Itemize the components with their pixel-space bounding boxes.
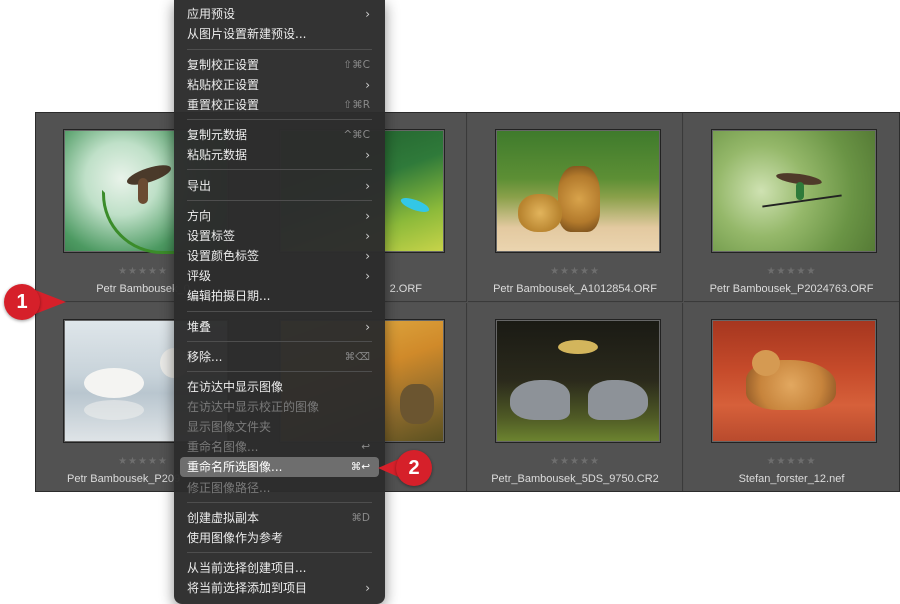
menu-item-copy-metadata[interactable]: 复制元数据 ^⌘C: [180, 125, 379, 145]
chevron-right-icon: ›: [365, 179, 370, 193]
menu-separator: [187, 119, 372, 120]
rating-stars[interactable]: ★★★★★: [468, 456, 682, 467]
menu-item-label: 设置颜色标签: [187, 249, 260, 263]
menu-item-label: 使用图像作为参考: [187, 531, 284, 545]
rating-stars[interactable]: ★★★★★: [684, 456, 899, 467]
thumbnail-image-leopard[interactable]: [711, 319, 877, 443]
thumbnail-image-crowned-cranes[interactable]: [495, 319, 661, 443]
menu-separator: [187, 371, 372, 372]
menu-item-set-color-label[interactable]: 设置颜色标签 ›: [180, 246, 379, 266]
chevron-right-icon: ›: [365, 320, 370, 334]
menu-item-edit-capture-date[interactable]: 编辑拍摄日期...: [180, 286, 379, 306]
filename-label: Petr Bambousek_A1012854.ORF: [493, 283, 657, 295]
menu-item-fix-image-path: 修正图像路径...: [180, 478, 379, 498]
menu-item-use-as-reference[interactable]: 使用图像作为参考: [180, 528, 379, 548]
menu-item-paste-metadata[interactable]: 粘贴元数据 ›: [180, 145, 379, 165]
shortcut-label: ^⌘C: [343, 129, 370, 141]
menu-item-label: 重置校正设置: [187, 98, 260, 112]
shortcut-label: ⌘⌫: [344, 351, 370, 363]
chevron-right-icon: ›: [365, 209, 370, 223]
menu-item-label: 显示图像文件夹: [187, 420, 272, 434]
menu-item-remove[interactable]: 移除... ⌘⌫: [180, 347, 379, 367]
menu-item-label: 评级: [187, 269, 212, 283]
thumbnail-cell[interactable]: ★★★★★ Petr_Bambousek_5DS_9750.CR2: [468, 303, 683, 491]
thumbnail-image-jaguars[interactable]: [495, 129, 661, 253]
thumbnail-cell[interactable]: ★★★★★ Petr Bambousek_A1012854.ORF: [468, 113, 683, 302]
menu-item-copy-adjustments[interactable]: 复制校正设置 ⇧⌘C: [180, 55, 379, 75]
menu-item-label: 移除...: [187, 350, 223, 364]
menu-item-orientation[interactable]: 方向 ›: [180, 206, 379, 226]
menu-item-label: 重命名图像...: [187, 440, 259, 454]
rating-stars[interactable]: ★★★★★: [684, 266, 899, 277]
menu-separator: [187, 502, 372, 503]
chevron-right-icon: ›: [365, 249, 370, 263]
menu-item-set-label[interactable]: 设置标签 ›: [180, 226, 379, 246]
filename-label: Petr_Bambousek_5DS_9750.CR2: [491, 473, 659, 485]
menu-item-label: 从图片设置新建预设...: [187, 27, 307, 41]
menu-item-show-in-finder[interactable]: 在访达中显示图像: [180, 377, 379, 397]
menu-item-label: 设置标签: [187, 229, 236, 243]
menu-item-label: 在访达中显示图像: [187, 380, 284, 394]
chevron-right-icon: ›: [365, 581, 370, 595]
menu-item-label: 将当前选择添加到项目: [187, 581, 308, 595]
callout-badge-1: 1: [4, 284, 40, 320]
shortcut-label: ⌘D: [351, 512, 370, 524]
menu-item-label: 创建虚拟副本: [187, 511, 260, 525]
menu-item-rename-selected-images[interactable]: 重命名所选图像... ⌘↩: [180, 457, 379, 477]
shortcut-label: ⇧⌘R: [343, 99, 370, 111]
thumbnail-image-hummingbird-tail[interactable]: [711, 129, 877, 253]
chevron-right-icon: ›: [365, 78, 370, 92]
menu-item-add-selection-to-project[interactable]: 将当前选择添加到项目 ›: [180, 578, 379, 598]
menu-item-show-image-folder: 显示图像文件夹: [180, 417, 379, 437]
menu-separator: [187, 552, 372, 553]
menu-item-reset-adjustments[interactable]: 重置校正设置 ⇧⌘R: [180, 95, 379, 115]
shortcut-label: ⌘↩: [350, 461, 370, 473]
menu-item-create-virtual-copy[interactable]: 创建虚拟副本 ⌘D: [180, 508, 379, 528]
menu-item-create-project-from-selection[interactable]: 从当前选择创建项目...: [180, 558, 379, 578]
menu-item-rating[interactable]: 评级 ›: [180, 266, 379, 286]
thumbnail-cell[interactable]: ★★★★★ Petr Bambousek_P2024763.ORF: [684, 113, 899, 302]
shortcut-label: ⇧⌘C: [343, 59, 370, 71]
menu-item-apply-preset[interactable]: 应用预设 ›: [180, 4, 379, 24]
menu-item-export[interactable]: 导出 ›: [180, 176, 379, 196]
menu-item-label: 方向: [187, 209, 212, 223]
menu-item-label: 修正图像路径...: [187, 481, 271, 495]
menu-item-label: 导出: [187, 179, 212, 193]
menu-item-stack[interactable]: 堆叠 ›: [180, 317, 379, 337]
chevron-right-icon: ›: [365, 229, 370, 243]
callout-badge-2: 2: [396, 450, 432, 486]
thumbnail-grid: ★★★★★ Petr Bambousek_0 2.ORF ★★★★★ Petr …: [35, 112, 900, 492]
chevron-right-icon: ›: [365, 269, 370, 283]
menu-separator: [187, 169, 372, 170]
menu-item-label: 从当前选择创建项目...: [187, 561, 307, 575]
menu-item-label: 粘贴校正设置: [187, 78, 260, 92]
context-menu: 应用预设 › 从图片设置新建预设... 复制校正设置 ⇧⌘C 粘贴校正设置 › 重置校…: [174, 0, 385, 604]
menu-item-label: 堆叠: [187, 320, 212, 334]
thumbnail-cell[interactable]: ★★★★★ Stefan_forster_12.nef: [684, 303, 899, 491]
chevron-right-icon: ›: [365, 7, 370, 21]
menu-item-label: 粘贴元数据: [187, 148, 248, 162]
menu-item-label: 重命名所选图像...: [187, 460, 283, 474]
menu-separator: [187, 341, 372, 342]
menu-item-label: 编辑拍摄日期...: [187, 289, 271, 303]
menu-item-rename-image: 重命名图像... ↩: [180, 437, 379, 457]
filename-label: Stefan_forster_12.nef: [738, 473, 845, 485]
menu-separator: [187, 200, 372, 201]
menu-item-new-preset-from-image[interactable]: 从图片设置新建预设...: [180, 24, 379, 44]
rating-stars[interactable]: ★★★★★: [468, 266, 682, 277]
menu-item-label: 复制元数据: [187, 128, 248, 142]
filename-label: Petr Bambousek_P2024763.ORF: [709, 283, 874, 295]
chevron-right-icon: ›: [365, 148, 370, 162]
menu-item-show-adjusted-in-finder: 在访达中显示校正的图像: [180, 397, 379, 417]
menu-item-label: 应用预设: [187, 7, 236, 21]
menu-item-label: 复制校正设置: [187, 58, 260, 72]
menu-item-label: 在访达中显示校正的图像: [187, 400, 320, 414]
menu-separator: [187, 49, 372, 50]
shortcut-label: ↩: [361, 441, 370, 453]
menu-item-paste-adjustments[interactable]: 粘贴校正设置 ›: [180, 75, 379, 95]
menu-separator: [187, 311, 372, 312]
